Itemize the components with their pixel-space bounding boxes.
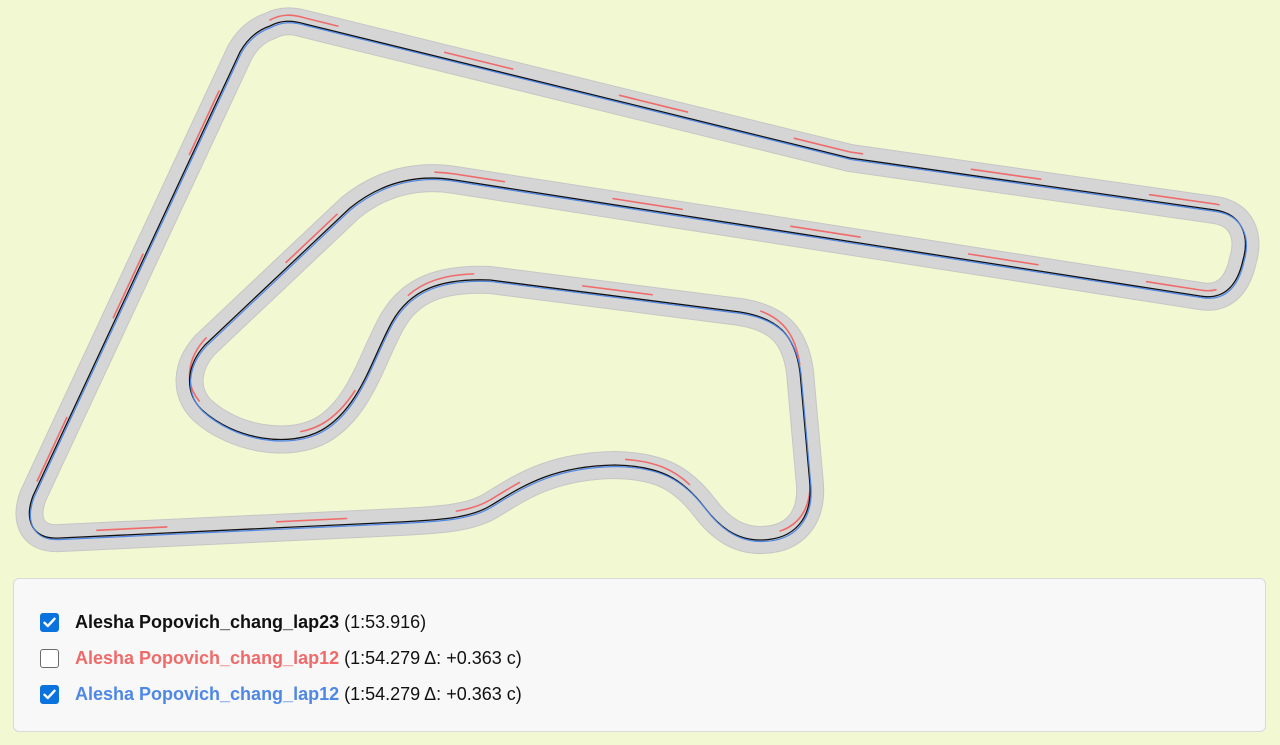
lap-time: (1:53.916)	[344, 611, 427, 632]
lap-checkbox[interactable]	[40, 684, 59, 704]
lap-name[interactable]: Alesha Popovich_chang_lap12	[75, 648, 339, 669]
lap-checkbox[interactable]	[40, 648, 59, 668]
lap-time: (1:54.279 Δ: +0.363 с)	[344, 683, 522, 704]
lap-checkbox[interactable]	[40, 612, 59, 632]
checkmark-icon	[43, 617, 56, 627]
lap-name[interactable]: Alesha Popovich_chang_lap12	[75, 684, 339, 705]
lap-legend-row[interactable]: Alesha Popovich_chang_lap12 (1:54.279 Δ:…	[38, 676, 1241, 712]
lap-time: (1:54.279 Δ: +0.363 с)	[344, 647, 522, 668]
lap-legend-row[interactable]: Alesha Popovich_chang_lap12 (1:54.279 Δ:…	[38, 640, 1241, 676]
lap-name[interactable]: Alesha Popovich_chang_lap23	[75, 612, 339, 633]
lap-legend-panel: Alesha Popovich_chang_lap23 (1:53.916) A…	[13, 578, 1266, 732]
track-map	[15, 7, 1260, 554]
checkmark-icon	[43, 689, 56, 699]
lap-legend-row[interactable]: Alesha Popovich_chang_lap23 (1:53.916)	[38, 604, 1241, 640]
